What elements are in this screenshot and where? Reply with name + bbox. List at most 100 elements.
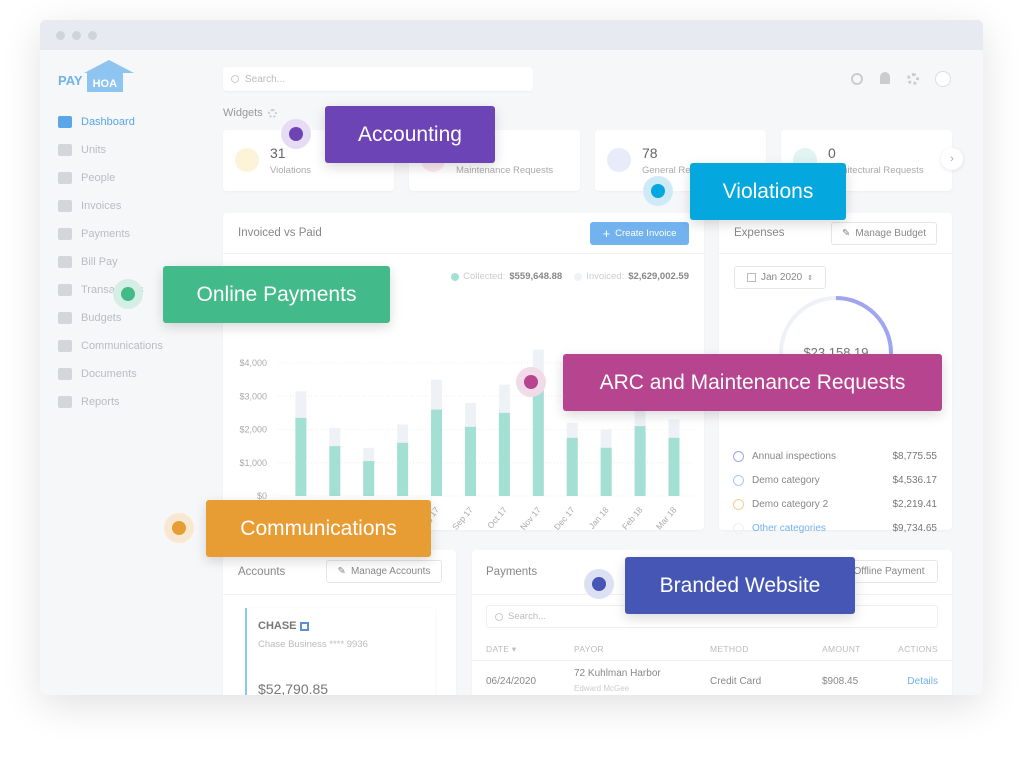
widget-icon xyxy=(235,148,259,172)
collected-bar xyxy=(397,442,409,496)
sidebar-item-units[interactable]: Units xyxy=(58,140,106,160)
collected-bar xyxy=(363,461,375,496)
home-icon xyxy=(58,116,72,128)
collected-bar xyxy=(431,409,443,496)
calendar-icon xyxy=(746,273,756,282)
expense-category: Demo category 2 $2,219.41 xyxy=(733,499,937,510)
window-dot xyxy=(56,31,65,40)
sidebar-item-invoices[interactable]: Invoices xyxy=(58,196,121,216)
details-link[interactable]: Details xyxy=(907,676,938,687)
user-avatar[interactable] xyxy=(935,71,951,87)
sidebar-item-payments[interactable]: Payments xyxy=(58,224,130,244)
sidebar-item-documents[interactable]: Documents xyxy=(58,364,137,384)
sidebar-item-label: Communications xyxy=(81,340,163,352)
budget-icon xyxy=(58,312,72,324)
person-icon xyxy=(58,172,72,184)
category-dot-icon xyxy=(733,475,744,486)
sidebar-item-label: Bill Pay xyxy=(81,256,118,268)
callout-arc-maintenance: ARC and Maintenance Requests xyxy=(563,354,942,411)
accounts-card: Accounts ✎ Manage Accounts CHASE Chase Bu… xyxy=(223,550,456,695)
column-date[interactable]: DATE ▾ xyxy=(486,644,516,655)
callout-pin xyxy=(281,119,311,149)
card-title: Payments xyxy=(486,566,538,578)
column-amount: AMOUNT xyxy=(822,644,861,654)
column-actions: ACTIONS xyxy=(898,644,938,654)
callout-violations: Violations xyxy=(690,163,846,220)
sidebar-item-dashboard[interactable]: Dashboard xyxy=(58,112,135,132)
sidebar-item-bill-pay[interactable]: Bill Pay xyxy=(58,252,118,272)
widget-label: Maintenance Requests xyxy=(456,165,554,176)
manage-accounts-button[interactable]: ✎ Manage Accounts xyxy=(326,560,442,583)
reports-icon xyxy=(58,396,72,408)
chase-logo-icon xyxy=(299,621,309,631)
sidebar-item-budgets[interactable]: Budgets xyxy=(58,308,121,328)
callout-communications: Communications xyxy=(206,500,431,557)
sidebar-item-label: Invoices xyxy=(81,200,122,212)
transactions-icon xyxy=(58,284,72,296)
collected-bar xyxy=(532,387,544,496)
callout-pin xyxy=(164,513,194,543)
gear-icon[interactable] xyxy=(907,73,919,85)
y-tick-label: $4,000 xyxy=(239,358,267,368)
building-icon xyxy=(58,144,72,156)
callout-pin xyxy=(113,279,143,309)
manage-budget-button[interactable]: ✎ Manage Budget xyxy=(831,222,937,245)
sidebar-item-reports[interactable]: Reports xyxy=(58,392,120,412)
sidebar-item-label: Documents xyxy=(81,368,137,380)
chat-icon xyxy=(58,340,72,352)
pencil-icon: ✎ xyxy=(337,566,346,577)
search-input[interactable]: Search... xyxy=(223,67,533,91)
callout-pin xyxy=(516,367,546,397)
payments-icon xyxy=(58,228,72,240)
category-dot-icon xyxy=(733,523,744,534)
y-tick-label: $1,000 xyxy=(239,458,267,468)
x-tick-label: Feb 18 xyxy=(620,505,645,530)
sidebar-item-people[interactable]: People xyxy=(58,168,115,188)
widget-count: 0 xyxy=(828,145,836,161)
category-dot-icon xyxy=(733,499,744,510)
window-dot xyxy=(72,31,81,40)
collected-bar xyxy=(295,417,307,496)
collected-bar xyxy=(498,412,510,496)
expense-category: Demo category $4,536.17 xyxy=(733,475,937,486)
search-icon xyxy=(495,612,503,621)
bank-account-card[interactable]: CHASE Chase Business **** 9936 $52,790.8… xyxy=(245,608,435,695)
widget-label: Violations xyxy=(270,165,312,176)
bank-name: CHASE xyxy=(258,620,297,632)
x-tick-label: Sep 17 xyxy=(450,505,475,530)
bill-pay-icon xyxy=(58,256,72,268)
sidebar-item-communications[interactable]: Communications xyxy=(58,336,163,356)
collected-bar xyxy=(634,426,646,496)
window-titlebar xyxy=(40,20,983,50)
column-method: METHOD xyxy=(710,644,749,654)
help-icon[interactable] xyxy=(851,73,863,85)
widget-icon xyxy=(607,148,631,172)
x-tick-label: Oct 17 xyxy=(485,505,509,530)
callout-accounting: Accounting xyxy=(325,106,495,163)
expense-category: Annual inspections $8,775.55 xyxy=(733,451,937,462)
collected-bar xyxy=(464,426,476,496)
column-payor: PAYOR xyxy=(574,644,604,654)
expense-category[interactable]: Other categories $9,734.65 xyxy=(733,523,937,534)
collected-bar xyxy=(329,446,341,496)
category-dot-icon xyxy=(733,451,744,462)
widget-count: 31 xyxy=(270,145,286,161)
window-dot xyxy=(88,31,97,40)
x-tick-label: Dec 17 xyxy=(552,505,577,530)
collected-bar xyxy=(566,437,578,496)
logo-pay: PAY xyxy=(58,72,83,88)
callout-pin xyxy=(584,569,614,599)
collected-bar xyxy=(600,447,612,496)
bell-icon[interactable] xyxy=(880,72,890,84)
callout-branded-website: Branded Website xyxy=(625,557,855,614)
invoice-icon xyxy=(58,200,72,212)
widgets-next-button[interactable]: › xyxy=(941,148,963,170)
pencil-icon: ✎ xyxy=(841,228,851,239)
sidebar-item-label: Payments xyxy=(81,228,130,240)
y-tick-label: $3,000 xyxy=(239,391,267,401)
period-select[interactable]: Jan 2020 ⇕ xyxy=(734,266,826,289)
widgets-settings-icon[interactable] xyxy=(267,108,277,118)
callout-pin xyxy=(643,176,673,206)
logo[interactable]: PAY HOA xyxy=(58,60,134,92)
x-tick-label: Jan 18 xyxy=(587,505,611,530)
